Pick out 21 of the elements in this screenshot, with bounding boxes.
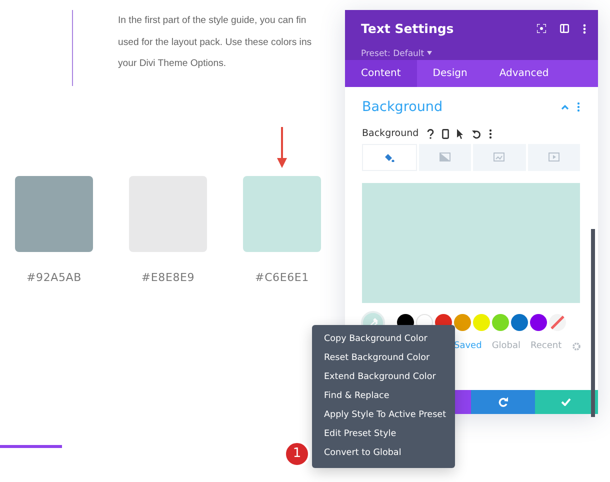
menu-item[interactable]: Copy Background Color <box>312 330 455 349</box>
menu-item[interactable]: Edit Preset Style <box>312 425 455 444</box>
section-title: Background <box>362 98 443 117</box>
panel-title: Text Settings <box>361 20 454 38</box>
menu-item[interactable]: Extend Background Color <box>312 368 455 387</box>
panel-tab[interactable]: Content <box>345 60 417 87</box>
text-line: used for the layout pack. Use these colors ins <box>118 36 312 50</box>
menu-item[interactable]: Reset Background Color <box>312 349 455 368</box>
color-code: #E8E8E9 <box>141 270 195 286</box>
step-badge: 1 <box>284 441 310 467</box>
color-code: #C6E6E1 <box>255 270 309 286</box>
menu-item[interactable]: Apply Style To Active Preset <box>312 406 455 425</box>
menu-item[interactable]: Convert to Global <box>312 444 455 463</box>
panel-tab[interactable]: Design <box>416 60 484 87</box>
field-label: Background <box>362 127 419 142</box>
preset-dropdown[interactable]: Preset: Default <box>361 48 432 60</box>
text-line: your Divi Theme Options. <box>118 57 228 71</box>
color-code: #92A5AB <box>26 270 82 286</box>
panel-tab[interactable]: Advanced <box>483 60 565 87</box>
menu-item[interactable]: Find & Replace <box>312 387 455 406</box>
text-line: In the first part of the style guide, you can fin <box>118 14 308 28</box>
